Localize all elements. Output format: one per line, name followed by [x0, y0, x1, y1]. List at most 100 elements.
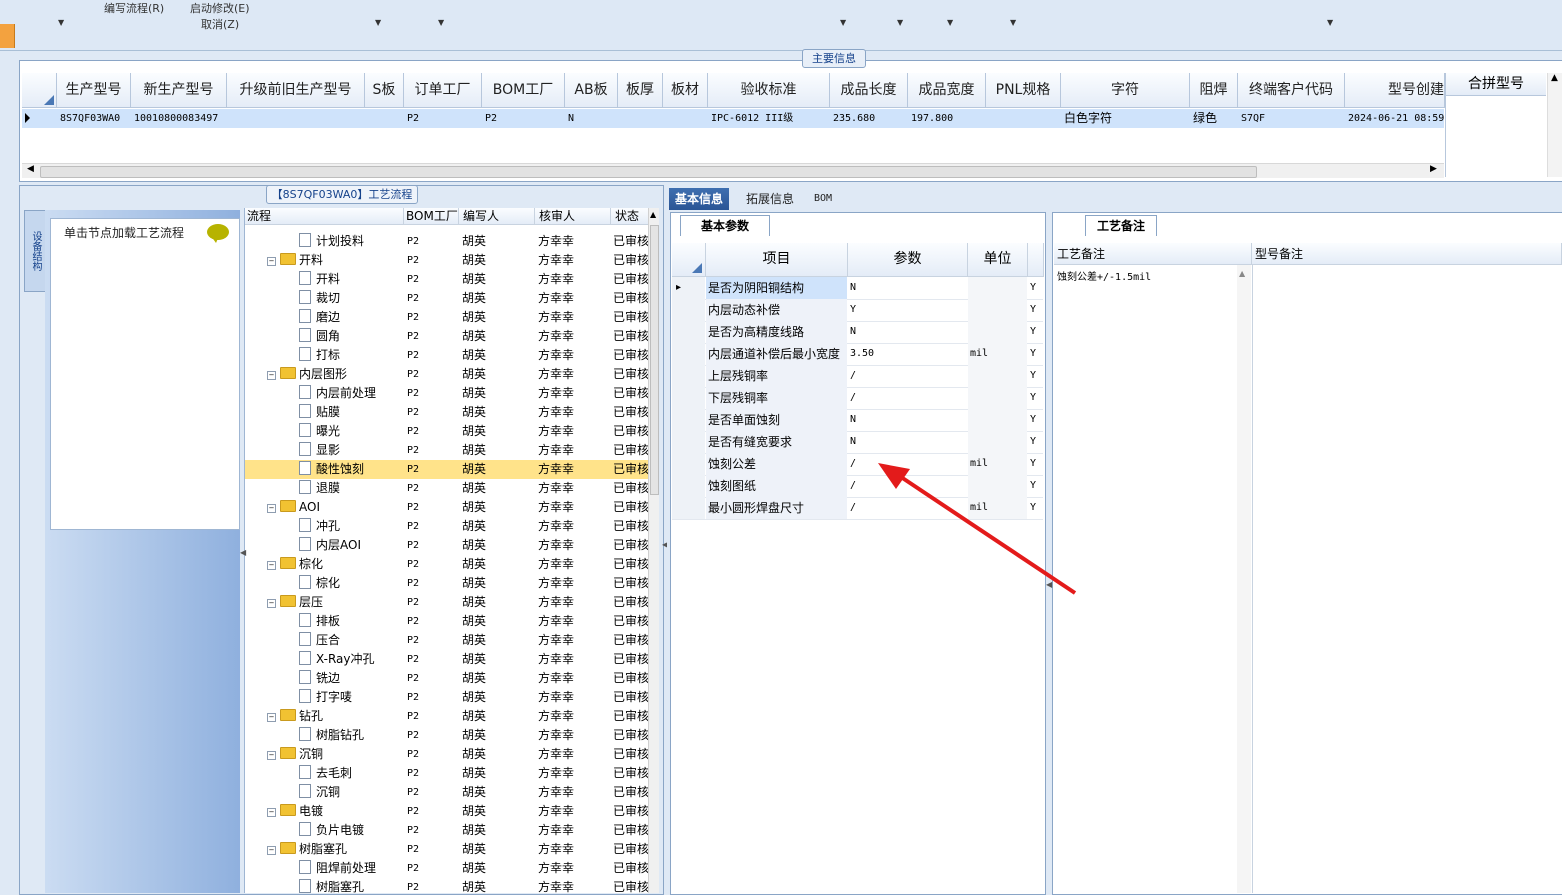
tab-bom[interactable]: BOM: [808, 188, 838, 210]
tree-node-label[interactable]: 磨边: [299, 308, 404, 327]
tree-row[interactable]: 曝光 P2 胡英 方幸幸 已审核: [245, 422, 649, 441]
tree-row[interactable]: 酸性蚀刻 P2 胡英 方幸幸 已审核: [245, 460, 649, 479]
column-header[interactable]: 板材: [663, 73, 708, 108]
tree-row[interactable]: 铣边 P2 胡英 方幸幸 已审核: [245, 669, 649, 688]
tree-node-label[interactable]: 显影: [299, 441, 404, 460]
tree-row[interactable]: 打字唛 P2 胡英 方幸幸 已审核: [245, 688, 649, 707]
tree-node-label[interactable]: − 层压: [267, 593, 404, 612]
scrollbar-thumb[interactable]: [40, 166, 1257, 178]
tree-node-label[interactable]: 打标: [299, 346, 404, 365]
scroll-up-icon[interactable]: ▲: [1239, 269, 1245, 278]
column-header[interactable]: 终端客户代码: [1238, 73, 1345, 108]
tree-node-label[interactable]: 树脂塞孔: [299, 878, 404, 893]
param-row[interactable]: 内层通道补偿后最小宽度 3.50 mil Y: [672, 343, 1043, 366]
tab-basic-info[interactable]: 基本信息: [669, 188, 730, 210]
tree-node-label[interactable]: 阻焊前处理: [299, 859, 404, 878]
column-header[interactable]: 板厚: [618, 73, 663, 108]
param-row[interactable]: 是否有缝宽要求 N Y: [672, 431, 1043, 454]
node-box[interactable]: [50, 218, 240, 530]
column-header[interactable]: 核审人: [535, 208, 611, 225]
dropdown-arrow-icon[interactable]: ▼: [58, 18, 64, 27]
tree-row[interactable]: 贴膜 P2 胡英 方幸幸 已审核: [245, 403, 649, 422]
dropdown-arrow-icon[interactable]: ▼: [840, 18, 846, 27]
merge-model-header[interactable]: 合拼型号: [1446, 73, 1546, 96]
splitter-arrow-icon[interactable]: ◀: [240, 548, 246, 557]
scroll-up-icon[interactable]: ▲: [1551, 73, 1558, 83]
column-header[interactable]: 工艺备注: [1054, 243, 1252, 265]
tree-row[interactable]: − 树脂塞孔 P2 胡英 方幸幸 已审核: [245, 840, 649, 859]
vertical-scrollbar[interactable]: ▲: [1237, 265, 1251, 893]
tree-row[interactable]: − 层压 P2 胡英 方幸幸 已审核: [245, 593, 649, 612]
collapse-icon[interactable]: −: [267, 371, 276, 380]
tree-node-label[interactable]: 酸性蚀刻: [299, 460, 404, 479]
column-header[interactable]: 验收标准: [708, 73, 830, 108]
tree-row[interactable]: 圆角 P2 胡英 方幸幸 已审核: [245, 327, 649, 346]
column-header[interactable]: BOM工厂: [404, 208, 459, 225]
tree-node-label[interactable]: 内层前处理: [299, 384, 404, 403]
tab-extended-info[interactable]: 拓展信息: [740, 188, 800, 210]
tree-row[interactable]: − 电镀 P2 胡英 方幸幸 已审核: [245, 802, 649, 821]
collapse-icon[interactable]: −: [267, 599, 276, 608]
param-value-cell[interactable]: Y: [848, 299, 967, 321]
tree-row[interactable]: 去毛刺 P2 胡英 方幸幸 已审核: [245, 764, 649, 783]
tree-row[interactable]: 开料 P2 胡英 方幸幸 已审核: [245, 270, 649, 289]
tree-node-label[interactable]: 退膜: [299, 479, 404, 498]
process-note-text[interactable]: 蚀刻公差+/-1.5mil: [1057, 268, 1151, 283]
tree-node-label[interactable]: − 内层图形: [267, 365, 404, 384]
tree-node-label[interactable]: 负片电镀: [299, 821, 404, 840]
column-header[interactable]: 流程: [245, 208, 404, 225]
column-header[interactable]: S板: [365, 73, 404, 108]
tree-node-label[interactable]: − 钻孔: [267, 707, 404, 726]
collapse-icon[interactable]: −: [267, 751, 276, 760]
param-row[interactable]: 上层残铜率 / Y: [672, 365, 1043, 388]
tree-node-label[interactable]: 沉铜: [299, 783, 404, 802]
tree-row[interactable]: 显影 P2 胡英 方幸幸 已审核: [245, 441, 649, 460]
tree-row[interactable]: − 内层图形 P2 胡英 方幸幸 已审核: [245, 365, 649, 384]
tree-node-label[interactable]: 开料: [299, 270, 404, 289]
tree-row[interactable]: 退膜 P2 胡英 方幸幸 已审核: [245, 479, 649, 498]
param-row[interactable]: 内层动态补偿 Y Y: [672, 299, 1043, 322]
param-value-cell[interactable]: N: [848, 277, 967, 299]
dropdown-arrow-icon[interactable]: ▼: [1010, 18, 1016, 27]
param-row[interactable]: ▸ 是否为阴阳铜结构 N Y: [672, 277, 1043, 300]
tree-node-label[interactable]: 裁切: [299, 289, 404, 308]
cancel-menu[interactable]: 取消(Z): [201, 16, 239, 32]
column-header[interactable]: 生产型号: [57, 73, 131, 108]
tree-row[interactable]: − AOI P2 胡英 方幸幸 已审核: [245, 498, 649, 517]
column-header[interactable]: BOM工厂: [482, 73, 565, 108]
scroll-left-icon[interactable]: ◀: [27, 164, 34, 174]
tree-row[interactable]: 树脂钻孔 P2 胡英 方幸幸 已审核: [245, 726, 649, 745]
tree-row[interactable]: 棕化 P2 胡英 方幸幸 已审核: [245, 574, 649, 593]
column-header[interactable]: 订单工厂: [404, 73, 482, 108]
param-value-cell[interactable]: N: [848, 321, 967, 343]
collapse-icon[interactable]: −: [267, 846, 276, 855]
column-header[interactable]: 编写人: [459, 208, 535, 225]
basic-params-tab[interactable]: 基本参数: [680, 215, 770, 236]
process-notes-tab[interactable]: 工艺备注: [1085, 215, 1157, 236]
column-header[interactable]: 型号备注: [1252, 243, 1562, 265]
tree-row[interactable]: X-Ray冲孔 P2 胡英 方幸幸 已审核: [245, 650, 649, 669]
column-header[interactable]: 阻焊: [1190, 73, 1238, 108]
tree-row[interactable]: − 沉铜 P2 胡英 方幸幸 已审核: [245, 745, 649, 764]
collapse-icon[interactable]: −: [267, 257, 276, 266]
column-header[interactable]: 成品长度: [830, 73, 908, 108]
tree-node-label[interactable]: 棕化: [299, 574, 404, 593]
column-header[interactable]: 型号创建: [1345, 73, 1445, 108]
tree-node-label[interactable]: − 电镀: [267, 802, 404, 821]
param-row[interactable]: 是否为高精度线路 N Y: [672, 321, 1043, 344]
tree-row[interactable]: 沉铜 P2 胡英 方幸幸 已审核: [245, 783, 649, 802]
tree-node-label[interactable]: X-Ray冲孔: [299, 650, 404, 669]
column-header[interactable]: AB板: [565, 73, 618, 108]
dropdown-arrow-icon[interactable]: ▼: [375, 18, 381, 27]
tree-node-label[interactable]: 内层AOI: [299, 536, 404, 555]
param-value-cell[interactable]: 3.50: [848, 343, 967, 365]
dropdown-arrow-icon[interactable]: ▼: [438, 18, 444, 27]
tree-node-label[interactable]: 树脂钻孔: [299, 726, 404, 745]
tree-node-label[interactable]: − 树脂塞孔: [267, 840, 404, 859]
scroll-right-icon[interactable]: ▶: [1430, 164, 1437, 174]
param-value-cell[interactable]: N: [848, 409, 967, 431]
dropdown-arrow-icon[interactable]: ▼: [1327, 18, 1333, 27]
equipment-structure-tab[interactable]: 设备结构: [24, 210, 46, 292]
scroll-up-icon[interactable]: ▲: [650, 210, 656, 219]
tree-row[interactable]: 计划投料 P2 胡英 方幸幸 已审核: [245, 232, 649, 251]
